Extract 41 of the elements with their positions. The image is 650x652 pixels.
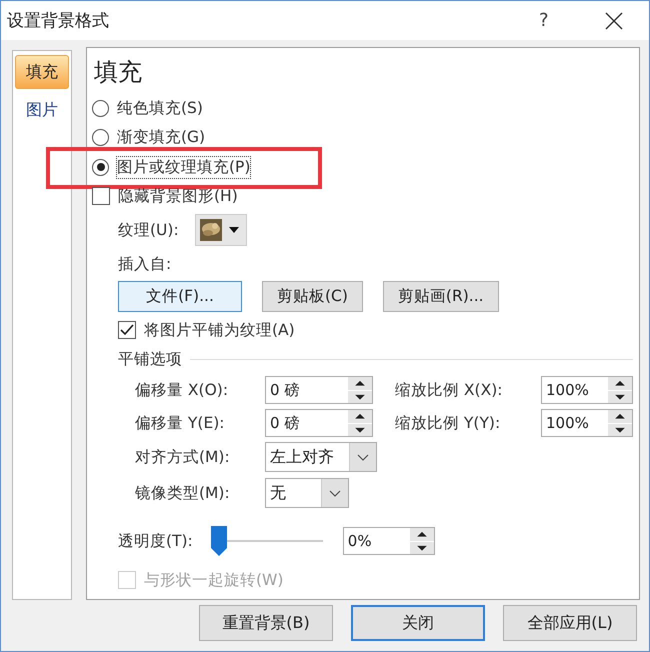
spin-field[interactable]: 0 磅 xyxy=(265,376,373,404)
radio-label[interactable]: 纯色填充(S) xyxy=(117,98,203,118)
transparency-label: 透明度(T): xyxy=(118,530,193,552)
dialog-button[interactable]: 全部应用(L) xyxy=(503,605,637,641)
window-title: 设置背景格式 xyxy=(7,10,110,32)
insert-button[interactable]: 文件(F)... xyxy=(118,280,242,312)
panel-heading: 填充 xyxy=(93,57,143,88)
spin-field[interactable]: 100% xyxy=(541,409,633,437)
insert-from-label: 插入自: xyxy=(118,254,172,274)
sidebar-tab[interactable]: 填充 xyxy=(15,55,69,89)
insert-button[interactable]: 剪贴板(C) xyxy=(262,280,363,312)
checkbox-label[interactable]: 将图片平铺为纹理(A) xyxy=(144,320,295,340)
help-button[interactable]: ? xyxy=(539,10,579,31)
alignment-dropdown[interactable]: 左上对齐 xyxy=(265,442,377,472)
mirror-label: 镜像类型(M): xyxy=(135,482,231,504)
radio-label[interactable]: 图片或纹理填充(P) xyxy=(117,156,250,178)
mirror-dropdown[interactable]: 无 xyxy=(265,478,349,508)
alignment-label: 对齐方式(M): xyxy=(135,446,231,468)
spin-field[interactable]: 100% xyxy=(541,376,633,404)
insert-button[interactable]: 剪贴画(R)... xyxy=(382,280,499,312)
caret-icon[interactable] xyxy=(228,226,240,234)
dialog-button[interactable]: 关闭 xyxy=(351,605,485,641)
dialog-button[interactable]: 重置背景(B) xyxy=(199,605,333,641)
spin-field[interactable]: 0% xyxy=(342,527,435,555)
slider-thumb[interactable] xyxy=(210,526,227,556)
radio-button[interactable] xyxy=(92,158,109,176)
spinner-label: 偏移量 X(O): xyxy=(135,380,230,400)
spin-field[interactable]: 0 磅 xyxy=(265,409,373,437)
radio-button[interactable] xyxy=(92,100,109,116)
texture-dropdown[interactable] xyxy=(194,214,247,246)
checkbox[interactable] xyxy=(118,321,136,339)
spinner-label: 缩放比例 Y(Y): xyxy=(394,412,502,434)
section-heading: 平铺选项 xyxy=(118,348,182,370)
checkbox[interactable] xyxy=(92,187,110,205)
sidebar-tab[interactable]: 图片 xyxy=(15,93,69,127)
spinner-label: 缩放比例 X(X): xyxy=(394,380,504,400)
checkbox-label[interactable]: 隐藏背景图形(H) xyxy=(118,186,238,206)
spinner-label: 偏移量 Y(E): xyxy=(135,412,226,434)
texture-label: 纹理(U): xyxy=(118,220,179,240)
radio-label[interactable]: 渐变填充(G) xyxy=(117,126,206,148)
radio-button[interactable] xyxy=(92,128,109,146)
